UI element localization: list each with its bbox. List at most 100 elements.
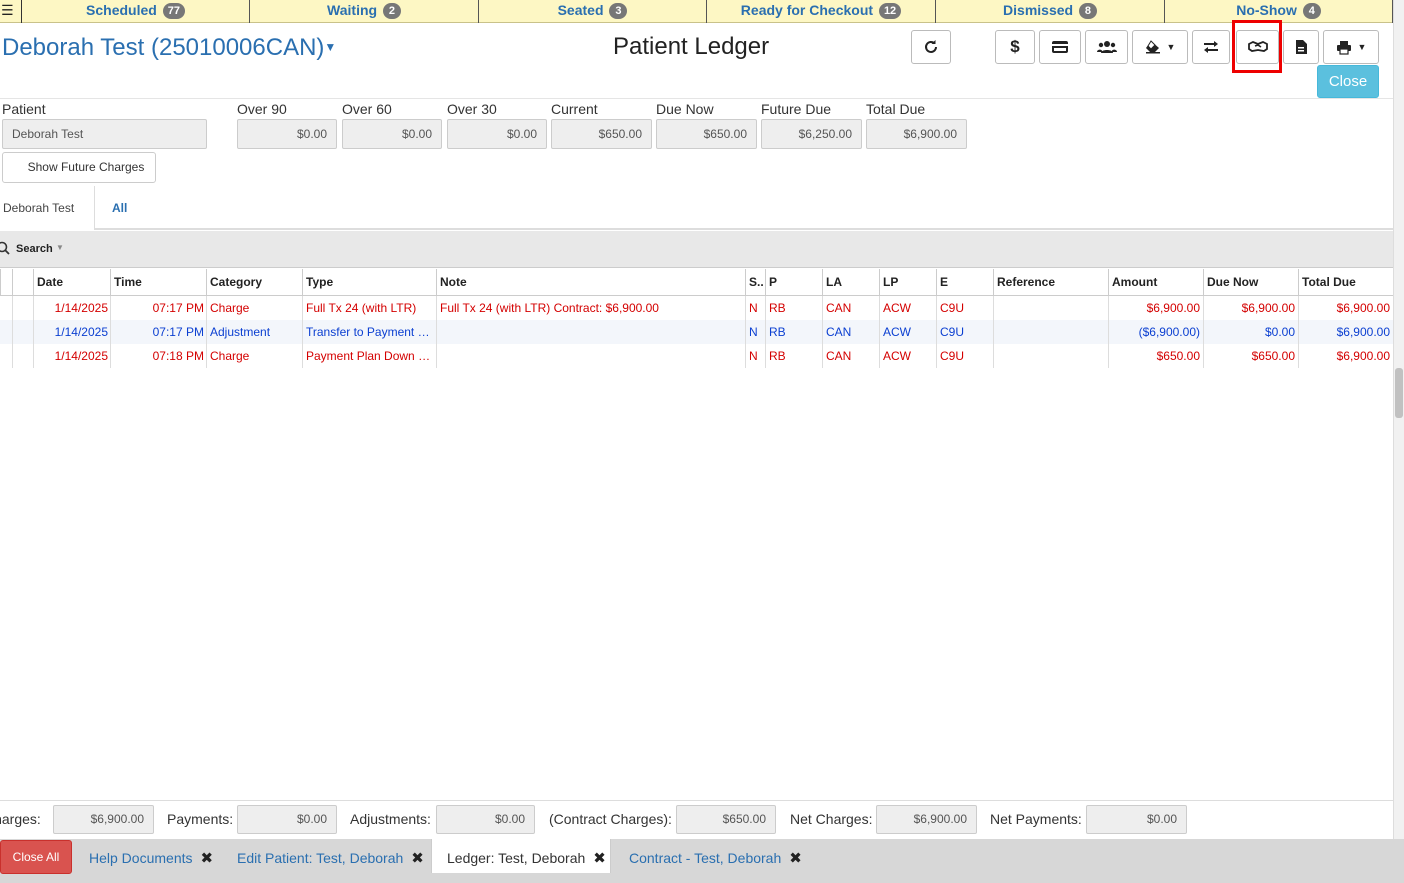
tab-all[interactable]: All [112,186,127,230]
transfer-button[interactable] [1192,30,1230,64]
due-now-value: $650.00 [656,119,757,149]
column-header-category[interactable]: Category [206,269,302,295]
status-tab-ready-for-checkout[interactable]: Ready for Checkout 12 [707,0,936,23]
tab-label: Ledger: Test, Deborah [447,850,586,866]
column-header-time[interactable]: Time [110,269,207,295]
patient-title-dropdown[interactable]: Deborah Test (25010006CAN)▼ [2,34,336,62]
column-header-lp[interactable]: LP [879,269,937,295]
cell-category: Adjustment [206,320,302,344]
cell-reference [993,344,1108,368]
cell-category: Charge [206,296,302,320]
current-label: Current [551,101,598,117]
status-count-badge: 2 [382,3,401,19]
cell-date: 1/14/2025 [33,344,111,368]
column-header-s[interactable]: S.. [745,269,766,295]
cell-lp: ACW [879,320,937,344]
users-icon [1096,41,1117,53]
status-tab-label: Scheduled [86,2,157,18]
show-future-charges-button[interactable]: Show Future Charges [2,152,156,183]
refresh-button[interactable] [911,30,951,64]
charges-value: $6,900.00 [53,805,154,834]
status-count-badge: 8 [1078,3,1097,19]
column-header-type[interactable]: Type [302,269,437,295]
cell-note [436,344,746,368]
close-icon[interactable]: ✖ [789,840,802,878]
search-icon[interactable] [0,241,10,255]
column-header-e[interactable]: E [936,269,994,295]
table-row[interactable]: 1/14/2025 07:18 PM Charge Payment Plan D… [0,344,1393,368]
adjustments-label: Adjustments: [350,811,431,827]
transfer-icon [1204,41,1218,53]
print-dropdown-button[interactable]: ▼ [1323,30,1379,64]
cell-amount: $650.00 [1108,344,1203,368]
cell-note: Full Tx 24 (with LTR) Contract: $6,900.0… [436,296,746,320]
close-icon[interactable]: ✖ [411,840,424,878]
status-tab-label: Ready for Checkout [740,2,874,18]
status-tab-waiting[interactable]: Waiting 2 [250,0,479,23]
row-select-cell[interactable] [12,296,34,320]
column-header-note[interactable]: Note [436,269,746,295]
select-column-header[interactable] [12,269,34,295]
caret-down-icon: ▼ [1357,42,1367,52]
tab-help-documents[interactable]: Help Documents ✖ [89,839,213,873]
net-payments-value: $0.00 [1086,805,1187,834]
over-30-value: $0.00 [447,119,547,149]
column-header-reference[interactable]: Reference [993,269,1108,295]
cell-lp: ACW [879,344,937,368]
caret-down-icon[interactable]: ▼ [56,243,64,252]
status-tab-seated[interactable]: Seated 3 [479,0,707,23]
close-icon[interactable]: ✖ [201,840,214,878]
card-payment-button[interactable] [1039,30,1081,64]
status-count-badge: 4 [1302,3,1321,19]
cell-e: C9U [936,344,994,368]
tab-contract[interactable]: Contract - Test, Deborah ✖ [629,839,802,873]
payment-button[interactable]: $ [995,30,1035,64]
search-label[interactable]: Search [16,243,53,255]
net-payments-label: Net Payments: [990,811,1082,827]
tab-edit-patient[interactable]: Edit Patient: Test, Deborah ✖ [237,839,424,873]
menu-icon[interactable]: ☰ [0,0,22,23]
table-row[interactable]: 1/14/2025 07:17 PM Adjustment Transfer t… [0,320,1393,344]
total-due-value: $6,900.00 [866,119,967,149]
adjustments-value: $0.00 [436,805,535,834]
statement-button[interactable] [1283,30,1319,64]
row-indicator-header [0,269,12,295]
status-tab-scheduled[interactable]: Scheduled 77 [22,0,250,23]
patient-tabs: Deborah Test All [0,186,1393,230]
cell-total-due: $6,900.00 [1298,320,1393,344]
cell-time: 07:18 PM [110,344,207,368]
status-tab-dismissed[interactable]: Dismissed 8 [936,0,1165,23]
column-header-p[interactable]: P [765,269,823,295]
highlight-box [1232,20,1282,73]
close-button[interactable]: Close [1317,65,1379,98]
open-tabs-bar: Close All Help Documents ✖ Edit Patient: … [0,839,1404,883]
over-30-label: Over 30 [447,101,497,117]
ledger-table: Date Time Category Type Note S.. P LA LP… [0,269,1393,368]
scrollbar-thumb[interactable] [1395,368,1403,418]
grid-search-bar: Search ▼ [0,231,1393,268]
column-header-due-now[interactable]: Due Now [1203,269,1298,295]
column-header-date[interactable]: Date [33,269,111,295]
eraser-icon [1145,40,1160,54]
table-row[interactable]: 1/14/2025 07:17 PM Charge Full Tx 24 (wi… [0,296,1393,320]
totals-bar: Charges: $6,900.00 Payments: $0.00 Adjus… [0,800,1393,838]
row-select-cell[interactable] [12,344,34,368]
document-icon [1295,40,1307,54]
responsible-parties-button[interactable] [1085,30,1128,64]
column-header-amount[interactable]: Amount [1108,269,1203,295]
column-header-total-due[interactable]: Total Due [1298,269,1393,295]
vertical-scrollbar[interactable] [1393,0,1404,840]
close-all-button[interactable]: Close All [0,840,72,874]
row-select-cell[interactable] [12,320,34,344]
cell-lp: ACW [879,296,937,320]
status-tab-label: Dismissed [1003,2,1074,18]
cell-type: Payment Plan Down Payment [302,344,437,368]
close-icon[interactable]: ✖ [593,840,606,878]
payments-label: Payments: [167,811,234,827]
tab-ledger[interactable]: Ledger: Test, Deborah ✖ [431,839,611,873]
appointment-status-bar: ☰ Scheduled 77 Waiting 2 Seated 3 Ready … [0,0,1393,23]
tab-deborah-test[interactable]: Deborah Test [0,186,95,230]
eraser-dropdown-button[interactable]: ▼ [1132,30,1188,64]
column-header-la[interactable]: LA [822,269,880,295]
cell-reference [993,320,1108,344]
